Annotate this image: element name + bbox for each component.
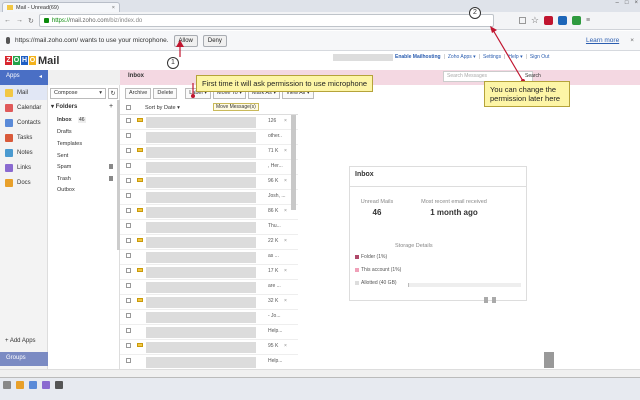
page-scrollbar-thumb[interactable] — [544, 352, 554, 368]
user-status-icon[interactable] — [16, 381, 24, 389]
annotation-arrows — [176, 26, 525, 98]
arrowhead — [490, 26, 497, 33]
person-icon[interactable] — [55, 381, 63, 389]
horizontal-scrollbar[interactable] — [0, 369, 640, 377]
chat-icon[interactable] — [3, 381, 11, 389]
step-one-marker: 1 — [167, 57, 179, 69]
arrowhead — [176, 40, 184, 47]
contacts-chat-icon[interactable] — [29, 381, 37, 389]
callout-step-two: You can change the permission later here — [484, 81, 570, 107]
arrow-to-page-action — [492, 29, 524, 82]
arrow-dot — [191, 94, 195, 98]
group-chat-icon[interactable] — [42, 381, 50, 389]
callout-step-one: First time it will ask permission to use… — [196, 75, 374, 92]
step-two-marker: 2 — [469, 7, 481, 19]
chat-taskbar — [0, 377, 640, 400]
